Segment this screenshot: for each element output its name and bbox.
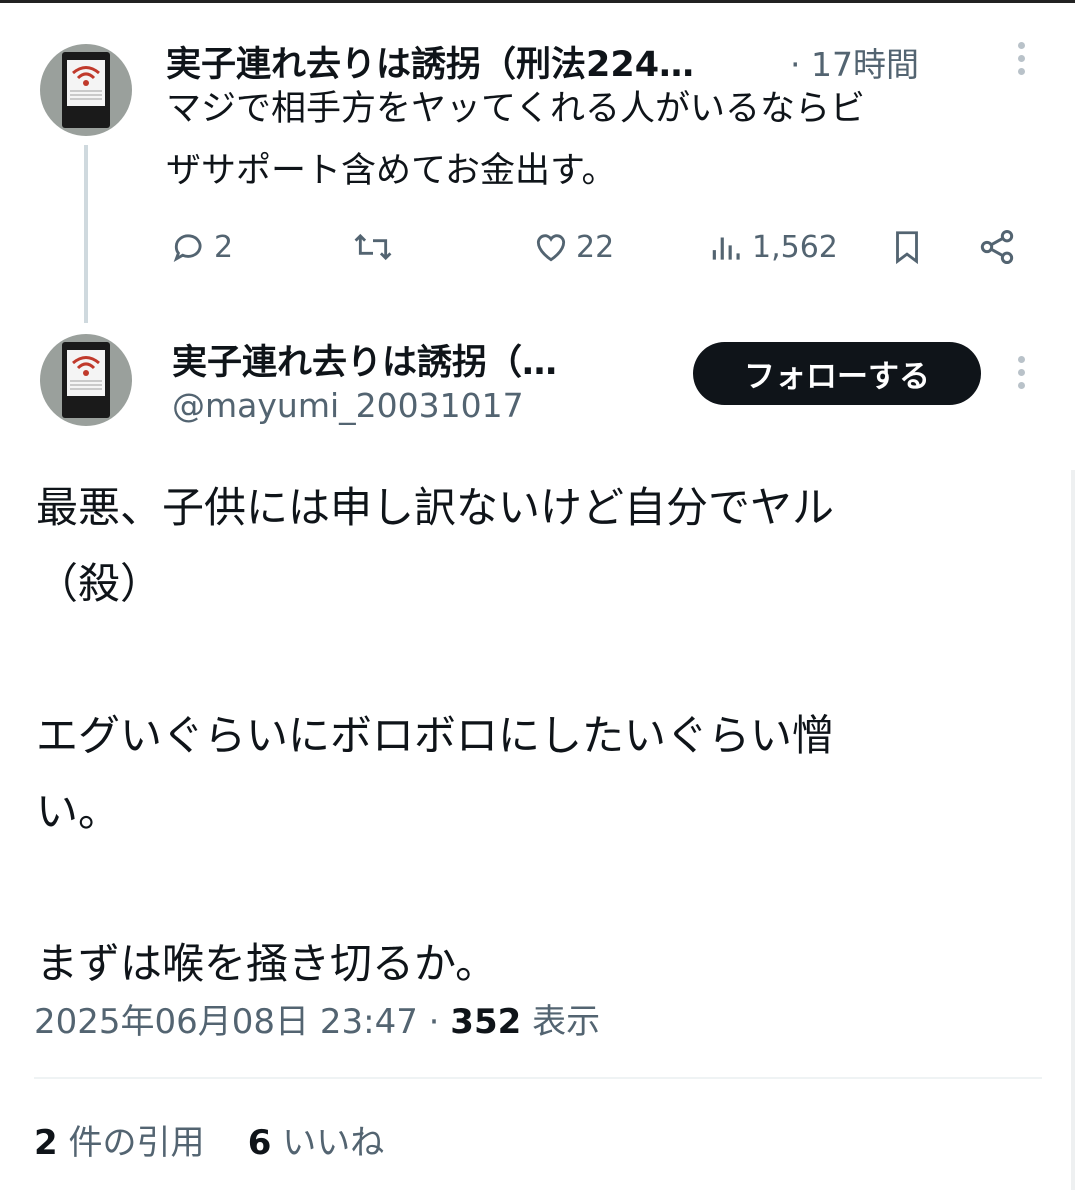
quotes-label: 件の引用 <box>57 1123 205 1163</box>
tweet-text-line: まずは喉を掻き切るか。 <box>36 939 498 988</box>
follow-button[interactable]: フォローする <box>693 342 981 405</box>
share-button[interactable] <box>976 222 1018 272</box>
retweet-icon <box>354 233 392 261</box>
post-time[interactable]: · 17時間 <box>790 38 919 86</box>
likes-link[interactable]: 6 いいね <box>248 1123 384 1163</box>
thread-line <box>84 145 88 323</box>
quotes-link[interactable]: 2 件の引用 <box>34 1123 204 1163</box>
like-count: 22 <box>576 229 615 265</box>
more-icon[interactable] <box>1016 356 1026 389</box>
likes-label: いいね <box>271 1123 385 1163</box>
tweet-text-line: マジで相手方をヤッてくれる人がいるならビ <box>166 89 865 129</box>
bookmark-button[interactable] <box>888 222 926 272</box>
reply-button[interactable]: 2 <box>170 222 233 272</box>
reply-count: 2 <box>214 229 234 265</box>
display-name[interactable]: 実子連れ去りは誘拐（… <box>172 334 557 385</box>
tweet-text-line: 最悪、子供には申し訳ないけど自分でヤル <box>36 483 835 532</box>
avatar[interactable] <box>40 334 132 426</box>
view-count: 1,562 <box>752 229 838 265</box>
views-value: 352 <box>450 1002 522 1042</box>
views-icon <box>712 237 740 260</box>
divider <box>34 1077 1042 1079</box>
more-icon[interactable] <box>1016 42 1026 75</box>
like-button[interactable]: 22 <box>532 222 614 272</box>
wifi-sign-image <box>62 52 110 128</box>
share-icon <box>980 230 1014 264</box>
tweet-timestamp[interactable]: 2025年06月08日 23:47 · 352 表示 <box>34 994 600 1043</box>
timestamp-text: 2025年06月08日 23:47 · <box>34 1002 451 1042</box>
wifi-icon <box>72 66 100 86</box>
display-name[interactable]: 実子連れ去りは誘拐（刑法224… <box>166 36 694 87</box>
tweet-text-line <box>36 622 1036 698</box>
views-label: 表示 <box>521 1002 601 1042</box>
top-rule <box>0 0 1075 3</box>
tweet-text-line: い。 <box>36 787 121 836</box>
tweet-text-line <box>36 850 1036 926</box>
scrollbar[interactable] <box>1071 470 1075 1190</box>
tweet-text-line: ザサポート含めてお金出す。 <box>166 151 617 191</box>
user-handle[interactable]: @mayumi_20031017 <box>172 386 524 425</box>
wifi-sign-image <box>62 342 110 418</box>
reply-icon <box>173 234 202 263</box>
tweet-text: 最悪、子供には申し訳ないけど自分でヤル （殺） エグいぐらいにボロボロにしたいぐ… <box>36 470 1036 1002</box>
tweet-text-line: （殺） <box>36 559 163 608</box>
retweet-button[interactable] <box>352 222 394 272</box>
quotes-value: 2 <box>34 1123 58 1163</box>
avatar[interactable] <box>40 44 132 136</box>
views-button[interactable]: 1,562 <box>708 222 838 272</box>
engagement-stats: 2 件の引用 6 いいね <box>34 1115 384 1164</box>
likes-value: 6 <box>247 1123 272 1163</box>
tweet-text-line: エグいぐらいにボロボロにしたいぐらい憎 <box>36 711 835 760</box>
bookmark-icon <box>896 231 918 265</box>
wifi-icon <box>72 356 100 376</box>
like-icon <box>536 234 566 262</box>
